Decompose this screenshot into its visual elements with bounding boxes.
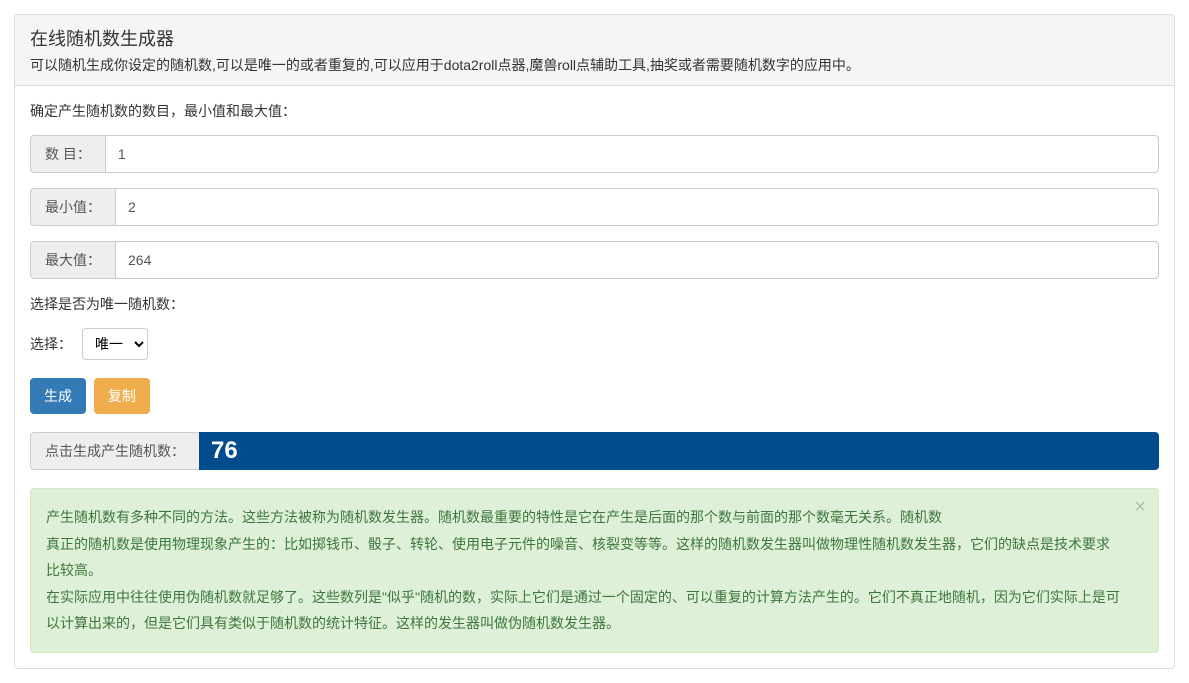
copy-button[interactable]: 复制 [94,378,150,414]
panel-heading: 在线随机数生成器 可以随机生成你设定的随机数,可以是唯一的或者重复的,可以应用于… [15,15,1174,86]
min-input-group: 最小值： [30,188,1159,226]
min-input[interactable] [115,188,1159,226]
max-input-group: 最大值： [30,241,1159,279]
count-input[interactable] [105,135,1159,173]
panel-body: 确定产生随机数的数目，最小值和最大值： 数 目： 最小值： 最大值： 选择是否为… [15,86,1174,668]
generate-button[interactable]: 生成 [30,378,86,414]
result-value: 76 [199,432,1159,470]
count-label: 数 目： [30,135,105,173]
page-title: 在线随机数生成器 [30,25,1159,51]
info-paragraph-2: 真正的随机数是使用物理现象产生的：比如掷钱币、骰子、转轮、使用电子元件的噪音、核… [46,531,1123,584]
page-subtitle: 可以随机生成你设定的随机数,可以是唯一的或者重复的,可以应用于dota2roll… [30,55,1159,75]
close-icon[interactable]: × [1134,497,1146,517]
info-paragraph-1: 产生随机数有多种不同的方法。这些方法被称为随机数发生器。随机数最重要的特性是它在… [46,504,1123,531]
main-panel: 在线随机数生成器 可以随机生成你设定的随机数,可以是唯一的或者重复的,可以应用于… [14,14,1175,669]
form-instruction: 确定产生随机数的数目，最小值和最大值： [30,101,1159,121]
result-label: 点击生成产生随机数： [30,432,199,470]
max-input[interactable] [115,241,1159,279]
unique-prompt: 选择是否为唯一随机数： [30,294,1159,314]
count-input-group: 数 目： [30,135,1159,173]
info-paragraph-3: 在实际应用中往往使用伪随机数就足够了。这些数列是"似乎"随机的数，实际上它们是通… [46,584,1123,637]
min-label: 最小值： [30,188,115,226]
info-alert: × 产生随机数有多种不同的方法。这些方法被称为随机数发生器。随机数最重要的特性是… [30,488,1159,653]
unique-select[interactable]: 唯一 [82,328,148,360]
result-group: 点击生成产生随机数： 76 [30,432,1159,470]
button-row: 生成 复制 [30,378,1159,414]
max-label: 最大值： [30,241,115,279]
select-row: 选择： 唯一 [30,328,1159,360]
select-label: 选择： [30,334,72,354]
